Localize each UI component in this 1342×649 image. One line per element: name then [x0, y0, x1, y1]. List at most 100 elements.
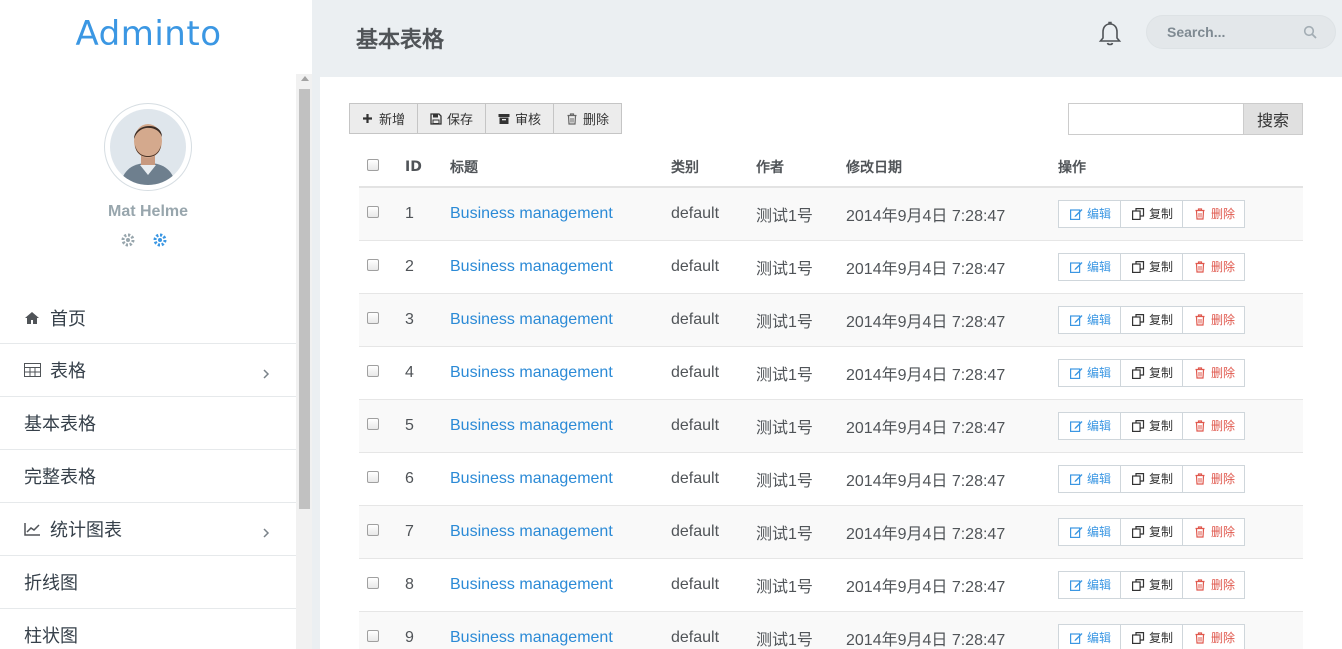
table-header-row: ID 标题 类别 作者 修改日期 操作 [359, 147, 1303, 188]
col-header-category[interactable]: 类别 [671, 147, 756, 188]
row-modified: 2014年9月4日 7:28:47 [846, 346, 1058, 400]
edit-label: 编辑 [1087, 207, 1112, 222]
sidebar-item-tables[interactable]: 表格 [0, 344, 296, 397]
select-all-checkbox[interactable] [367, 158, 379, 171]
copy-button[interactable]: 复制 [1120, 199, 1184, 228]
row-checkbox[interactable] [367, 311, 379, 324]
row-delete-button[interactable]: 删除 [1182, 305, 1246, 334]
copy-button[interactable]: 复制 [1120, 411, 1184, 440]
row-delete-button[interactable]: 删除 [1182, 517, 1246, 546]
row-checkbox[interactable] [367, 205, 379, 218]
search-icon[interactable] [1303, 25, 1317, 39]
row-title-link[interactable]: Business management [450, 346, 671, 400]
col-header-id[interactable]: ID [405, 147, 450, 188]
row-actions: 编辑 复制 删除 [1058, 505, 1303, 559]
copy-button[interactable]: 复制 [1120, 464, 1184, 493]
row-title-link[interactable]: Business management [450, 293, 671, 347]
audit-button[interactable]: 审核 [485, 103, 555, 134]
row-checkbox[interactable] [367, 629, 379, 642]
row-delete-button[interactable]: 删除 [1182, 411, 1246, 440]
edit-button[interactable]: 编辑 [1058, 252, 1122, 281]
add-button[interactable]: 新增 [349, 103, 419, 134]
sidebar-item-charts[interactable]: 统计图表 [0, 503, 296, 556]
row-checkbox[interactable] [367, 576, 379, 589]
col-header-modified[interactable]: 修改日期 [846, 147, 1058, 188]
edit-button[interactable]: 编辑 [1058, 570, 1122, 599]
sidebar-item-full-table[interactable]: 完整表格 [0, 450, 296, 503]
table-row: 3 Business management default 测试1号 2014年… [359, 293, 1303, 347]
delete-button[interactable]: 删除 [553, 103, 623, 134]
row-checkbox[interactable] [367, 417, 379, 430]
col-header-author[interactable]: 作者 [756, 147, 846, 188]
table-search-input[interactable] [1068, 103, 1244, 135]
edit-button[interactable]: 编辑 [1058, 517, 1122, 546]
row-actions: 编辑 复制 删除 [1058, 187, 1303, 241]
row-modified: 2014年9月4日 7:28:47 [846, 187, 1058, 241]
copy-button[interactable]: 复制 [1120, 570, 1184, 599]
row-delete-button[interactable]: 删除 [1182, 570, 1246, 599]
copy-button[interactable]: 复制 [1120, 252, 1184, 281]
trash-icon [1194, 525, 1207, 538]
sidebar-item-home[interactable]: 首页 [0, 292, 296, 344]
row-checkbox[interactable] [367, 258, 379, 271]
row-title-link[interactable]: Business management [450, 452, 671, 506]
copy-icon [1132, 207, 1145, 220]
table-search-button[interactable]: 搜索 [1244, 103, 1303, 135]
copy-button[interactable]: 复制 [1120, 305, 1184, 334]
row-delete-button[interactable]: 删除 [1182, 623, 1246, 649]
copy-button[interactable]: 复制 [1120, 517, 1184, 546]
sidebar-scrollbar-thumb[interactable] [299, 89, 310, 509]
scroll-up-arrow-icon[interactable] [301, 76, 309, 81]
row-delete-button[interactable]: 删除 [1182, 464, 1246, 493]
edit-button[interactable]: 编辑 [1058, 199, 1122, 228]
settings-gear-icon[interactable] [120, 232, 136, 248]
home-icon [24, 310, 42, 326]
row-checkbox[interactable] [367, 364, 379, 377]
row-author: 测试1号 [756, 399, 846, 453]
table-icon [24, 362, 42, 378]
edit-button[interactable]: 编辑 [1058, 623, 1122, 649]
sidebar-item-label: 完整表格 [24, 467, 96, 487]
edit-button[interactable]: 编辑 [1058, 464, 1122, 493]
row-title-link[interactable]: Business management [450, 611, 671, 649]
table-row: 1 Business management default 测试1号 2014年… [359, 187, 1303, 241]
select-all-header [359, 147, 405, 188]
edit-button[interactable]: 编辑 [1058, 305, 1122, 334]
row-modified: 2014年9月4日 7:28:47 [846, 611, 1058, 649]
row-checkbox[interactable] [367, 470, 379, 483]
row-category: default [671, 611, 756, 649]
trash-icon [1194, 313, 1207, 326]
row-title-link[interactable]: Business management [450, 558, 671, 612]
row-delete-button[interactable]: 删除 [1182, 199, 1246, 228]
search-input[interactable] [1147, 16, 1297, 48]
row-delete-button[interactable]: 删除 [1182, 252, 1246, 281]
trash-icon [1194, 578, 1207, 591]
row-select-cell [359, 346, 405, 400]
row-author: 测试1号 [756, 293, 846, 347]
row-category: default [671, 505, 756, 559]
avatar[interactable] [104, 103, 192, 191]
row-category: default [671, 240, 756, 294]
user-name[interactable]: Mat Helme [0, 203, 296, 221]
row-delete-button[interactable]: 删除 [1182, 358, 1246, 387]
row-title-link[interactable]: Business management [450, 240, 671, 294]
power-gear-icon[interactable] [152, 232, 168, 248]
copy-button[interactable]: 复制 [1120, 358, 1184, 387]
sidebar-item-basic-table[interactable]: 基本表格 [0, 397, 296, 450]
row-author: 测试1号 [756, 452, 846, 506]
save-button[interactable]: 保存 [417, 103, 487, 134]
edit-icon [1070, 632, 1083, 644]
sidebar-item-line-chart[interactable]: 折线图 [0, 556, 296, 609]
sidebar-item-bar-chart[interactable]: 柱状图 [0, 609, 296, 649]
row-title-link[interactable]: Business management [450, 505, 671, 559]
app-logo[interactable]: Adminto [0, 14, 297, 54]
row-checkbox[interactable] [367, 523, 379, 536]
row-select-cell [359, 240, 405, 294]
edit-button[interactable]: 编辑 [1058, 411, 1122, 440]
edit-button[interactable]: 编辑 [1058, 358, 1122, 387]
bell-icon[interactable] [1098, 21, 1122, 47]
row-title-link[interactable]: Business management [450, 187, 671, 241]
copy-button[interactable]: 复制 [1120, 623, 1184, 649]
col-header-title[interactable]: 标题 [450, 147, 671, 188]
row-title-link[interactable]: Business management [450, 399, 671, 453]
